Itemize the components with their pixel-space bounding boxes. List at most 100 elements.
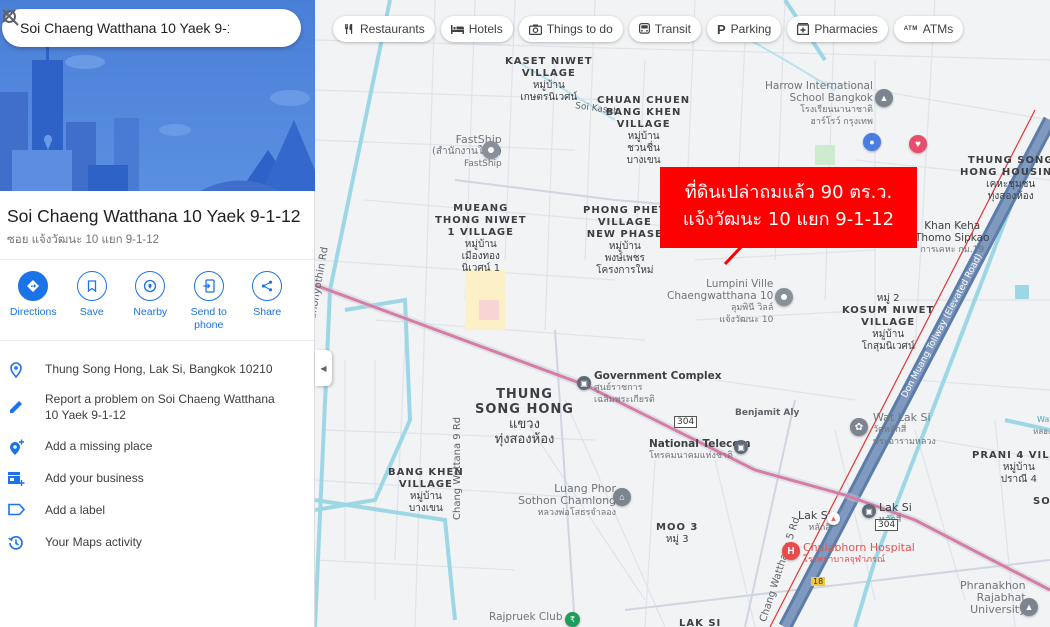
label-kaset-niwet-village: KASET NIWET VILLAGE หมู่บ้าน เกษตรนิเวศน์ — [505, 56, 593, 103]
add-business-row[interactable]: Add your business — [0, 470, 314, 487]
search-button[interactable] — [3, 10, 265, 46]
chip-things-to-do[interactable]: Things to do — [518, 16, 623, 42]
label-luang-phor-sothon[interactable]: Luang Phor Sothon Chamlong หลวงพ่อโสธรจำลอ… — [518, 483, 616, 519]
pencil-icon — [0, 391, 32, 415]
annotation-line-2: แจ้งวัฒนะ 10 แยก 9-1-12 — [682, 209, 895, 230]
chip-atms[interactable]: ATM ATMs — [893, 16, 964, 42]
route-304-shield: 304 — [674, 416, 698, 428]
transit-station-icon[interactable]: ▣ — [577, 376, 591, 390]
share-button[interactable]: Share — [238, 271, 297, 332]
label-thung-song-hong-district: THUNG SONG HONG แขวง ทุ่งสองห้อง — [475, 387, 574, 447]
place-actions: Directions Save Nearby Send to phone Sha… — [0, 271, 314, 332]
place-subtitle: ซอย แจ้งวัฒนะ 10 แยก 9-1-12 — [7, 234, 160, 246]
label-chang-wattana-9-rd: Chang Wattana 9 Rd — [452, 416, 463, 520]
nearby-button[interactable]: Nearby — [121, 271, 180, 332]
poi-pin-icon[interactable] — [775, 288, 793, 306]
golf-club-icon[interactable]: ₹ — [565, 612, 580, 627]
map-canvas[interactable]: KASET NIWET VILLAGE หมู่บ้าน เกษตรนิเวศน์ … — [315, 0, 1050, 627]
route-304-shield: 304 — [875, 519, 899, 531]
label-moo-3: MOO 3 หมู่ 3 — [656, 522, 699, 545]
land-annotation-banner: ที่ดินเปล่าถมแล้ว 90 ตร.ว. แจ้งวัฒนะ 10 … — [660, 167, 917, 248]
maps-activity-row[interactable]: Your Maps activity — [0, 534, 314, 551]
action-label: Nearby — [133, 306, 168, 318]
label-chulabhorn-hospital[interactable]: Chulabhorn Hospital โรงพยาบาลจุฬาภรณ์ — [803, 542, 915, 566]
label-lak-si-temple[interactable]: Lak Si หลักสี่ — [798, 510, 831, 534]
chip-label: Restaurants — [360, 22, 425, 36]
temple-icon[interactable]: ⌂ — [613, 488, 631, 506]
send-to-phone-icon — [193, 271, 224, 301]
add-missing-place-row[interactable]: Add a missing place — [0, 438, 314, 456]
report-problem-row[interactable]: Report a problem on Soi Chaeng Watthana … — [0, 391, 314, 423]
service-pin-icon[interactable]: ● — [863, 133, 881, 151]
pharmacy-icon — [797, 23, 810, 35]
shrine-icon[interactable]: ▲ — [827, 512, 840, 525]
label-benjamit-alley: Benjamit Aly — [735, 408, 800, 418]
label-harrow-school[interactable]: Harrow International School Bangkok โรงเร… — [765, 80, 873, 128]
school-icon[interactable]: ▲ — [1020, 598, 1038, 616]
label-so: SO — [1033, 496, 1050, 507]
add-missing-place-text: Add a missing place — [45, 439, 153, 453]
action-label: Save — [79, 306, 104, 318]
add-place-icon — [0, 438, 32, 456]
chip-hotels[interactable]: Hotels — [440, 16, 513, 42]
chip-label: Pharmacies — [814, 22, 878, 36]
poi-pin-icon[interactable] — [482, 141, 500, 159]
action-label: Directions — [9, 306, 57, 318]
transit-icon — [638, 23, 650, 35]
hospital-icon[interactable]: H — [782, 542, 800, 560]
label-phranakhon-rajabhat[interactable]: Phranakhon Rajabhat University — [960, 580, 1026, 616]
search-box[interactable] — [2, 9, 301, 47]
chip-parking[interactable]: P Parking — [707, 16, 782, 42]
school-icon[interactable]: ▲ — [875, 89, 893, 107]
location-pin-icon — [0, 361, 32, 378]
label-icon — [0, 502, 32, 516]
divider — [0, 259, 314, 260]
add-label-text: Add a label — [45, 503, 106, 517]
transit-station-icon[interactable]: ▣ — [734, 440, 748, 454]
label-lumpini-ville[interactable]: Lumpini Ville Chaengwatthana 10 ลุมพินี ว… — [667, 278, 773, 326]
pond — [1015, 285, 1029, 299]
send-to-phone-button[interactable]: Send to phone — [180, 271, 239, 332]
heart-icon[interactable]: ♥ — [909, 135, 927, 153]
nearby-icon — [135, 271, 166, 301]
label-wat-lak-si[interactable]: Wat Lak Si วัดหลักสี่ พระอารามหลวง — [873, 412, 936, 448]
chip-restaurants[interactable]: Restaurants — [333, 16, 435, 42]
label-khan-keha[interactable]: Khan Keha Thomo Sipkao การเคหะ กม.19 — [915, 220, 989, 256]
google-maps-app: KASET NIWET VILLAGE หมู่บ้าน เกษตรนิเวศน์ … — [0, 0, 1050, 627]
save-button[interactable]: Save — [63, 271, 122, 332]
camera-icon — [528, 24, 542, 35]
directions-button[interactable]: Directions — [4, 271, 63, 332]
label-kosum-niwet-village: หมู่ 2 KOSUM NIWET VILLAGE หมู่บ้าน โกสุมนิ… — [842, 293, 935, 352]
route-18-shield: 18 — [811, 577, 826, 586]
chip-pharmacies[interactable]: Pharmacies — [787, 16, 888, 42]
label-chuan-chuen-village: CHUAN CHUEN BANG KHEN VILLAGE หมู่บ้าน ชวนช… — [597, 95, 691, 166]
label-wat-right[interactable]: Watหลองวั — [1033, 414, 1050, 438]
label-rajpruek-club[interactable]: Rajpruek Club — [489, 611, 563, 623]
annotation-pointer — [723, 244, 744, 266]
action-label: Send to phone — [190, 306, 227, 331]
label-government-complex[interactable]: Government Complex ศูนย์ราชการ เฉลิมพระเกี… — [594, 370, 722, 406]
search-input[interactable] — [20, 20, 230, 36]
close-icon — [2, 9, 16, 23]
chevron-left-icon: ◀ — [320, 363, 327, 373]
clear-search-button[interactable] — [2, 9, 301, 46]
transit-station-icon[interactable]: ▣ — [862, 504, 876, 518]
label-prani-4-village: PRANI 4 VILLAหมู่บ้านปราณี 4 — [972, 450, 1050, 485]
temple-icon[interactable]: ✿ — [850, 418, 868, 436]
address-row[interactable]: Thung Song Hong, Lak Si, Bangkok 10210 — [0, 361, 314, 378]
divider — [0, 340, 314, 341]
chip-label: Parking — [730, 22, 772, 36]
chip-label: Hotels — [468, 22, 503, 36]
place-title: Soi Chaeng Watthana 10 Yaek 9-1-12 — [7, 206, 301, 226]
add-label-row[interactable]: Add a label — [0, 502, 314, 518]
share-icon — [252, 271, 283, 301]
directions-icon — [18, 271, 49, 301]
medical-area — [479, 300, 499, 320]
hotel-icon — [450, 24, 464, 34]
add-business-text: Add your business — [45, 471, 144, 485]
atm-icon: ATM — [903, 26, 918, 32]
chip-label: Things to do — [546, 22, 613, 36]
chip-transit[interactable]: Transit — [628, 16, 701, 42]
collapse-sidebar-button[interactable]: ◀ — [315, 350, 332, 386]
label-mueang-thong-niwet-village: MUEANG THONG NIWET 1 VILLAGE หมู่บ้าน เมือง… — [435, 203, 527, 274]
